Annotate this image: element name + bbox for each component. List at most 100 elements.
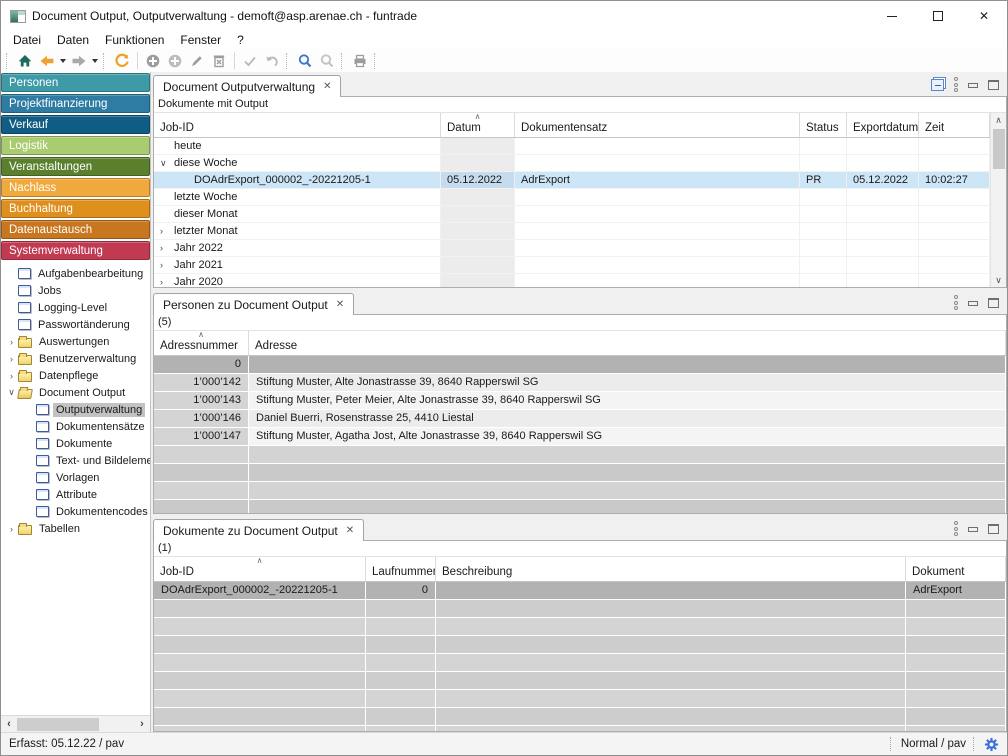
expander-expanded-icon[interactable]: ∨ — [160, 155, 174, 171]
column-header-exportdatum[interactable]: Exportdatum — [847, 113, 919, 137]
sidebar-section-buchhaltung[interactable]: Buchhaltung — [1, 199, 150, 218]
tree-item-text-und-bildeleme[interactable]: Text- und Bildeleme — [1, 452, 150, 469]
expander-collapsed-icon[interactable]: › — [5, 354, 18, 364]
panel1-vertical-scrollbar[interactable]: ∧ ∨ — [990, 113, 1006, 287]
settings-gear-icon[interactable] — [984, 737, 999, 752]
expander-expanded-icon[interactable]: ∨ — [5, 387, 18, 398]
tree-item-outputverwaltung[interactable]: Outputverwaltung — [1, 401, 150, 418]
scrollbar-thumb[interactable] — [993, 129, 1005, 169]
column-header-zeit[interactable]: Zeit — [919, 113, 990, 137]
menu-fenster[interactable]: Fenster — [172, 33, 229, 47]
collapse-all-icon[interactable] — [931, 79, 944, 91]
tree-item-aufgabenbearbeitung[interactable]: Aufgabenbearbeitung — [1, 265, 150, 282]
scroll-up-icon[interactable]: ∧ — [995, 113, 1002, 127]
sidebar-section-systemverwaltung[interactable]: Systemverwaltung — [1, 241, 150, 260]
panel-menu-icon[interactable] — [954, 295, 958, 310]
refresh-icon[interactable] — [112, 51, 132, 71]
group-row[interactable]: ›Jahr 2022 — [154, 240, 990, 257]
home-icon[interactable] — [15, 51, 35, 71]
expander-collapsed-icon[interactable]: › — [5, 337, 18, 347]
expander-collapsed-icon[interactable]: › — [160, 240, 174, 256]
tab-document-outputverwaltung[interactable]: Document Outputverwaltung ✕ — [153, 75, 341, 97]
tree-item-vorlagen[interactable]: Vorlagen — [1, 469, 150, 486]
column-header-dokumentensatz[interactable]: Dokumentensatz — [515, 113, 800, 137]
close-button[interactable]: ✕ — [961, 1, 1007, 31]
sidebar-section-projektfinanzierung[interactable]: Projektfinanzierung — [1, 94, 150, 113]
group-row[interactable]: ›Jahr 2021 — [154, 257, 990, 274]
column-header-job-id[interactable]: Job-ID — [154, 113, 441, 137]
column-header-adressnummer[interactable]: ∧Adressnummer — [154, 331, 249, 355]
panel-maximize-icon[interactable] — [988, 524, 999, 534]
table-row[interactable]: 1’000’147Stiftung Muster, Agatha Jost, A… — [154, 428, 1006, 446]
column-header-dokument[interactable]: Dokument — [906, 557, 1006, 581]
group-row[interactable]: ›letzter Monat — [154, 223, 990, 240]
group-row[interactable]: ›Jahr 2020 — [154, 274, 990, 287]
sidebar-section-nachlass[interactable]: Nachlass — [1, 178, 150, 197]
expander-collapsed-icon[interactable]: › — [5, 524, 18, 534]
tree-item-datenpflege[interactable]: ›Datenpflege — [1, 367, 150, 384]
tree-item-jobs[interactable]: Jobs — [1, 282, 150, 299]
edit-icon[interactable] — [187, 51, 207, 71]
tree-item-document-output[interactable]: ∨Document Output — [1, 384, 150, 401]
tab-close-icon[interactable]: ✕ — [346, 525, 354, 536]
group-row[interactable]: letzte Woche — [154, 189, 990, 206]
panel-minimize-icon[interactable] — [968, 527, 978, 532]
panel-minimize-icon[interactable] — [968, 83, 978, 88]
add-icon[interactable] — [143, 51, 163, 71]
group-row[interactable]: dieser Monat — [154, 206, 990, 223]
search-secondary-icon[interactable] — [317, 51, 337, 71]
menu-daten[interactable]: Daten — [49, 33, 97, 47]
column-header-laufnummer[interactable]: Laufnummer — [366, 557, 436, 581]
panel-menu-icon[interactable] — [954, 77, 958, 92]
tab-dokumente-zu-document-output[interactable]: Dokumente zu Document Output ✕ — [153, 519, 364, 541]
table-row[interactable]: 0 — [154, 356, 1006, 374]
table-row[interactable]: DOAdrExport_000002_-20221205-105.12.2022… — [154, 172, 990, 189]
table-row[interactable]: 1’000’142Stiftung Muster, Alte Jonastras… — [154, 374, 1006, 392]
panel-maximize-icon[interactable] — [988, 80, 999, 90]
scroll-right-icon[interactable]: › — [134, 719, 150, 730]
tree-item-benutzerverwaltung[interactable]: ›Benutzerverwaltung — [1, 350, 150, 367]
tab-personen-zu-document-output[interactable]: Personen zu Document Output ✕ — [153, 293, 354, 315]
menu-help[interactable]: ? — [229, 33, 252, 47]
tree-item-dokumentencodes[interactable]: Dokumentencodes — [1, 503, 150, 520]
tree-item-dokumentens-tze[interactable]: Dokumentensätze — [1, 418, 150, 435]
confirm-icon[interactable] — [240, 51, 260, 71]
menu-funktionen[interactable]: Funktionen — [97, 33, 172, 47]
table-row[interactable]: DOAdrExport_000002_-20221205-10AdrExport — [154, 582, 1006, 600]
undo-icon[interactable] — [262, 51, 282, 71]
tree-item-dokumente[interactable]: Dokumente — [1, 435, 150, 452]
tree-item-attribute[interactable]: Attribute — [1, 486, 150, 503]
back-dropdown-icon[interactable] — [60, 59, 66, 63]
expander-collapsed-icon[interactable]: › — [5, 371, 18, 381]
column-header-job-id[interactable]: ∧Job-ID — [154, 557, 366, 581]
tree-item-passwort-nderung[interactable]: Passwortänderung — [1, 316, 150, 333]
expander-collapsed-icon[interactable]: › — [160, 257, 174, 273]
menu-datei[interactable]: Datei — [5, 33, 49, 47]
sidebar-section-logistik[interactable]: Logistik — [1, 136, 150, 155]
column-header-beschreibung[interactable]: Beschreibung — [436, 557, 906, 581]
print-icon[interactable] — [350, 51, 370, 71]
tab-close-icon[interactable]: ✕ — [336, 299, 344, 310]
delete-icon[interactable] — [209, 51, 229, 71]
column-header-datum[interactable]: ∧Datum — [441, 113, 515, 137]
add-copy-icon[interactable] — [165, 51, 185, 71]
back-icon[interactable] — [37, 51, 57, 71]
sidebar-section-personen[interactable]: Personen — [1, 73, 150, 92]
panel-minimize-icon[interactable] — [968, 301, 978, 306]
tree-item-auswertungen[interactable]: ›Auswertungen — [1, 333, 150, 350]
column-header-status[interactable]: Status — [800, 113, 847, 137]
expander-collapsed-icon[interactable]: › — [160, 274, 174, 287]
table-row[interactable]: 1’000’143Stiftung Muster, Peter Meier, A… — [154, 392, 1006, 410]
table-row[interactable]: 1’000’146Daniel Buerri, Rosenstrasse 25,… — [154, 410, 1006, 428]
column-header-adresse[interactable]: Adresse — [249, 331, 1006, 355]
forward-icon[interactable] — [69, 51, 89, 71]
panel-maximize-icon[interactable] — [988, 298, 999, 308]
sidebar-section-verkauf[interactable]: Verkauf — [1, 115, 150, 134]
tab-close-icon[interactable]: ✕ — [323, 81, 331, 92]
forward-dropdown-icon[interactable] — [92, 59, 98, 63]
sidebar-section-veranstaltungen[interactable]: Veranstaltungen — [1, 157, 150, 176]
maximize-button[interactable] — [915, 1, 961, 31]
tree-item-logging-level[interactable]: Logging-Level — [1, 299, 150, 316]
scrollbar-thumb[interactable] — [17, 718, 99, 731]
scroll-left-icon[interactable]: ‹ — [1, 719, 17, 730]
